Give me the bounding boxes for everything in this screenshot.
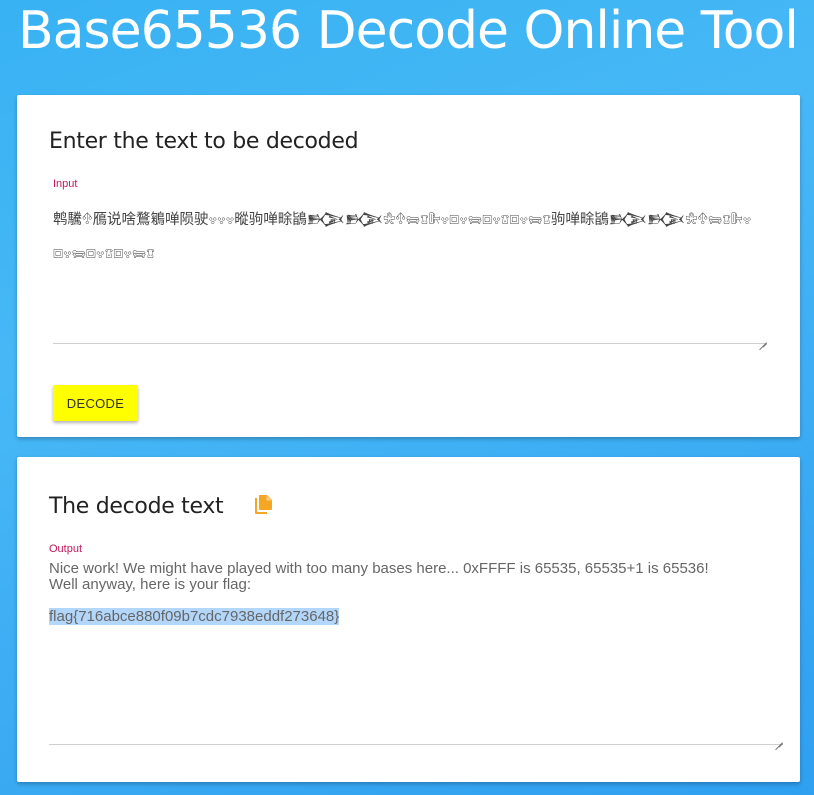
output-card: The decode text Output Nice work! We mig… — [17, 457, 800, 782]
flag-text: flag{716abce880f09b7cdc7938eddf273648} — [49, 608, 340, 625]
output-resize-handle-icon[interactable] — [775, 735, 783, 743]
input-resize-handle-icon[interactable] — [759, 335, 767, 343]
copy-icon[interactable] — [252, 493, 274, 517]
decode-button[interactable]: DECODE — [53, 385, 138, 421]
output-card-title: The decode text — [49, 494, 224, 519]
input-card: Enter the text to be decoded Input 鹎驣𔔯鴈说… — [17, 95, 800, 437]
input-textarea[interactable]: 鹎驣𔔯鴈说啥鶩鵴啴陨驶𔗈𔗈𔗈暰驹啴畭鴲𒁡𒁡𔖡𔔯𔕓𔖈𔕢𔗈𔔢𔗈𔕓𔔢𔗈𔖈𔔢𔗈𔕓𔖈驹啴畭… — [53, 203, 767, 344]
input-card-title: Enter the text to be decoded — [49, 129, 359, 154]
output-text-line2: Well anyway, here is your flag: — [49, 576, 252, 593]
output-textarea[interactable]: Nice work! We might have played with too… — [49, 561, 783, 745]
input-label: Input — [53, 178, 78, 190]
output-label: Output — [49, 543, 83, 555]
page-title: Base65536 Decode Online Tool — [18, 1, 799, 61]
output-text-line1: Nice work! We might have played with too… — [49, 561, 709, 577]
copy-icon-graphic — [255, 495, 272, 514]
